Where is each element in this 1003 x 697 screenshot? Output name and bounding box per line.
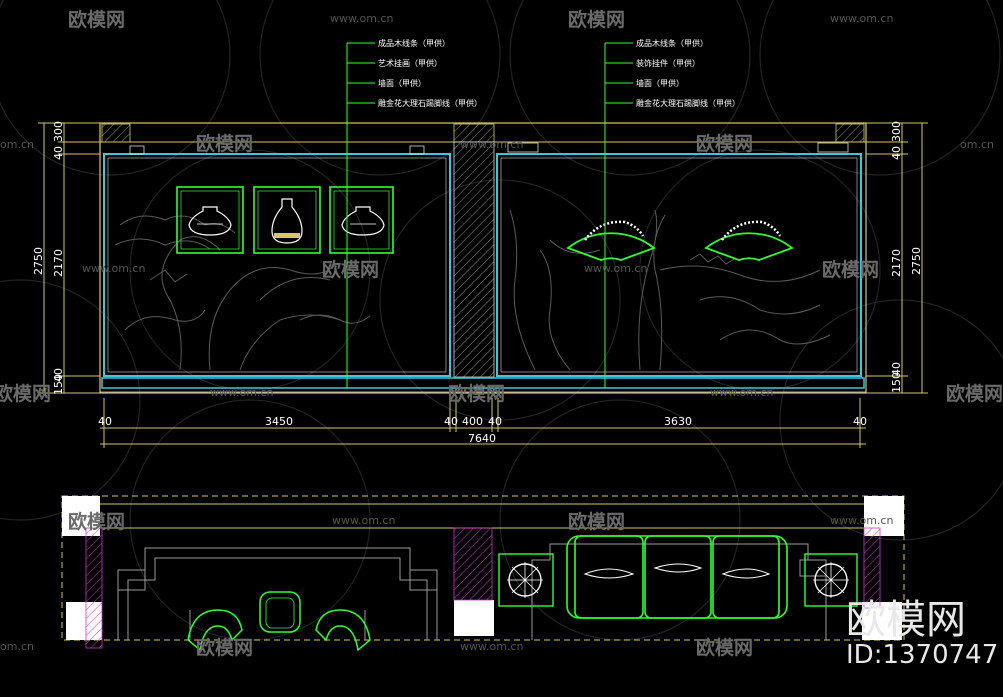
callouts-left: 成品木线条（甲供） 艺术挂画（甲供） 墙面（甲供） 雕金花大理石踢脚线（甲供） xyxy=(378,38,482,108)
watermark-site: www.om.cn xyxy=(584,262,647,275)
dim-left-3: 2170 xyxy=(52,249,65,277)
watermarks: 欧模网 www.om.cn 欧模网 www.om.cn om.cn 欧模网 ww… xyxy=(0,8,1003,659)
watermark-site: www.om.cn xyxy=(330,12,393,25)
vase-drawings xyxy=(188,198,385,244)
watermark-logo: 欧模网 xyxy=(946,382,1003,405)
callout-left-4: 雕金花大理石踢脚线（甲供） xyxy=(378,98,482,108)
watermark-circles xyxy=(0,0,1003,641)
dim-bottom-7: 40 xyxy=(853,415,867,428)
watermark-logo: 欧模网 xyxy=(696,636,753,659)
watermark-site: www.om.cn xyxy=(830,514,893,527)
dim-bottom-5: 40 xyxy=(488,415,502,428)
callout-right-2: 装饰挂件（甲供） xyxy=(636,58,700,68)
watermark-site: www.om.cn xyxy=(830,12,893,25)
watermark-site: www.om.cn xyxy=(82,262,145,275)
dim-left-2: 300 xyxy=(52,121,65,142)
cad-drawing: 成品木线条（甲供） 艺术挂画（甲供） 墙面（甲供） 雕金花大理石踢脚线（甲供） … xyxy=(0,0,1003,670)
dim-bottom-1: 40 xyxy=(98,415,112,428)
tree-carving-right xyxy=(509,209,831,371)
watermark-logo: 欧模网 xyxy=(322,258,379,281)
dim-right-4: 2750 xyxy=(910,247,923,275)
watermark-site: om.cn xyxy=(0,138,34,151)
callout-right-3: 墙面（甲供） xyxy=(636,78,684,88)
watermark-site: om.cn xyxy=(0,640,34,653)
callout-left-2: 艺术挂画（甲供） xyxy=(378,58,442,68)
plan-side-tables xyxy=(498,553,858,607)
callout-left-3: 墙面（甲供） xyxy=(378,78,426,88)
fan-ornaments xyxy=(566,220,794,261)
dim-bottom-2: 3450 xyxy=(265,415,293,428)
watermark-logo: 欧模网 xyxy=(448,382,505,405)
cad-drawing-canvas: 成品木线条（甲供） 艺术挂画（甲供） 墙面（甲供） 雕金花大理石踢脚线（甲供） … xyxy=(0,0,1003,697)
art-frame-3 xyxy=(329,186,394,254)
watermark-site: www.om.cn xyxy=(210,386,273,399)
dim-total: 7640 xyxy=(468,432,496,445)
id-badge: 欧模网 ID:1370747 xyxy=(846,597,998,670)
fan-ornament-right xyxy=(704,232,794,261)
watermark-logo: 欧模网 xyxy=(568,8,625,31)
watermark-site: www.om.cn xyxy=(710,386,773,399)
dim-left-4: 2750 xyxy=(32,247,45,275)
id-number: ID:1370747 xyxy=(846,640,998,670)
watermark-logo: 欧模网 xyxy=(68,8,125,31)
plan-fretwork-right xyxy=(531,543,827,640)
watermark-site: om.cn xyxy=(960,138,994,151)
callout-left-1: 成品木线条（甲供） xyxy=(378,38,450,48)
plan-fretwork-left xyxy=(117,547,438,640)
callout-right-1: 成品木线条（甲供） xyxy=(636,38,708,48)
watermark-logo: 欧模网 xyxy=(68,510,125,533)
watermark-logo: 欧模网 xyxy=(696,132,753,155)
dim-bottom-3: 40 xyxy=(444,415,458,428)
watermark-logo: 欧模网 xyxy=(0,382,51,405)
plan-view xyxy=(61,495,905,652)
dim-right-3: 2170 xyxy=(890,249,903,277)
watermark-logo: 欧模网 xyxy=(196,636,253,659)
dim-left-1: 40 xyxy=(52,146,65,160)
id-logo-text: 欧模网 xyxy=(846,597,966,643)
callouts-right: 成品木线条（甲供） 装饰挂件（甲供） 墙面（甲供） 雕金花大理石踢脚线（甲供） xyxy=(636,38,740,108)
art-frame-1 xyxy=(176,186,244,254)
dim-right-1: 40 xyxy=(890,146,903,160)
watermark-site: www.om.cn xyxy=(332,514,395,527)
watermark-site: www.om.cn xyxy=(460,640,523,653)
watermark-logo: 欧模网 xyxy=(196,132,253,155)
watermark-logo: 欧模网 xyxy=(568,510,625,533)
dim-bottom-4: 400 xyxy=(462,415,483,428)
dim-left-6: 150 xyxy=(52,374,65,395)
plan-sofa xyxy=(566,535,788,619)
watermark-site: www.om.cn xyxy=(460,138,523,151)
watermark-logo: 欧模网 xyxy=(822,258,879,281)
dim-right-6: 40 xyxy=(890,362,903,376)
dim-right-2: 300 xyxy=(890,121,903,142)
callout-right-4: 雕金花大理石踢脚线（甲供） xyxy=(636,98,740,108)
dim-bottom-6: 3630 xyxy=(664,415,692,428)
dimension-left xyxy=(38,122,100,394)
